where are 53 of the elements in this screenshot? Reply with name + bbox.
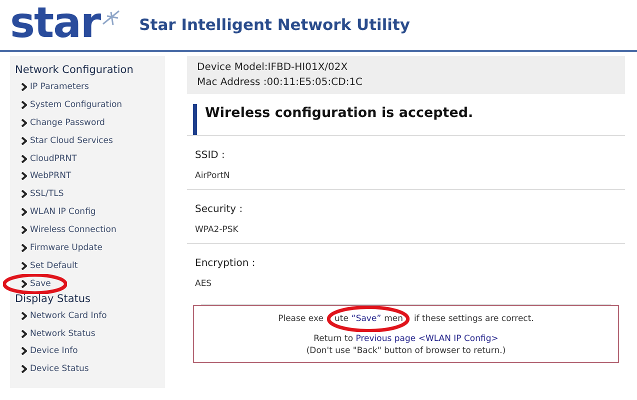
- field-value: AirPortN: [195, 171, 231, 181]
- sidebar-link[interactable]: Set Default: [15, 260, 78, 271]
- chevron-icon: [21, 347, 27, 356]
- chevron-icon: [21, 312, 27, 320]
- app-title: Star Intelligent Network Utility: [139, 16, 410, 34]
- field-label: Security :: [195, 204, 244, 215]
- section-title: Display Status: [15, 292, 92, 305]
- chevron-icon: [21, 172, 27, 180]
- mac-address: Mac Address :00:11:E5:05:CD:1C: [197, 76, 364, 90]
- sidebar-link[interactable]: Network Card Info: [15, 310, 107, 321]
- chevron-icon: [21, 365, 27, 374]
- save-link[interactable]: “Save”: [351, 313, 382, 325]
- chevron-icon: [21, 208, 27, 216]
- chevron-icon: [21, 330, 27, 338]
- sidebar-link[interactable]: Firmware Update: [15, 242, 102, 253]
- chevron-icon: [21, 226, 27, 234]
- sidebar-link[interactable]: CloudPRNT: [15, 154, 77, 164]
- field-label: Encryption :: [195, 258, 256, 269]
- sidebar-link[interactable]: WebPRNT: [15, 171, 72, 182]
- logo: star: [10, 3, 100, 43]
- chevron-icon: [21, 100, 27, 109]
- notice-text: if these settings are correct.: [414, 314, 534, 324]
- notice-text: Please exe: [278, 314, 324, 324]
- sidebar-link[interactable]: WLAN IP Config: [15, 207, 96, 218]
- field-value: WPA2-PSK: [195, 225, 240, 235]
- sidebar-link[interactable]: Star Cloud Services: [15, 136, 113, 146]
- field-value: AES: [195, 279, 213, 289]
- chevron-icon: [21, 262, 27, 270]
- device-model: Device Model:IFBD-HI01X/02X: [197, 61, 349, 75]
- notice-text: ute: [334, 313, 348, 325]
- chevron-icon: [21, 136, 27, 145]
- chevron-icon: [21, 82, 27, 91]
- chevron-icon: [21, 244, 27, 252]
- chevron-icon: [21, 280, 27, 288]
- field-label: SSID :: [195, 150, 226, 161]
- return-text: Return to: [314, 334, 354, 344]
- sidebar-link[interactable]: IP Parameters: [15, 82, 89, 92]
- sidebar-link[interactable]: Change Password: [15, 118, 105, 128]
- sidebar-link[interactable]: Network Status: [15, 328, 96, 339]
- section-title: Network Configuration: [15, 64, 134, 76]
- previous-page-link[interactable]: Previous page <WLAN IP Config>: [356, 334, 498, 344]
- warning-text: (Don't use "Back" button of browser to return.): [306, 346, 506, 356]
- star-swoosh-icon: [101, 8, 122, 28]
- sidebar-link[interactable]: Wireless Connection: [15, 225, 116, 236]
- page-heading: Wireless configuration is accepted.: [193, 104, 619, 135]
- chevron-icon: [21, 118, 27, 127]
- notice-text: men: [384, 313, 403, 325]
- sidebar-link[interactable]: System Configuration: [15, 100, 122, 110]
- chevron-icon: [21, 190, 27, 198]
- sidebar-link[interactable]: Device Info: [15, 346, 78, 356]
- sidebar-link[interactable]: SSL/TLS: [15, 189, 64, 200]
- sidebar-link[interactable]: Device Status: [15, 364, 89, 374]
- chevron-icon: [21, 154, 27, 162]
